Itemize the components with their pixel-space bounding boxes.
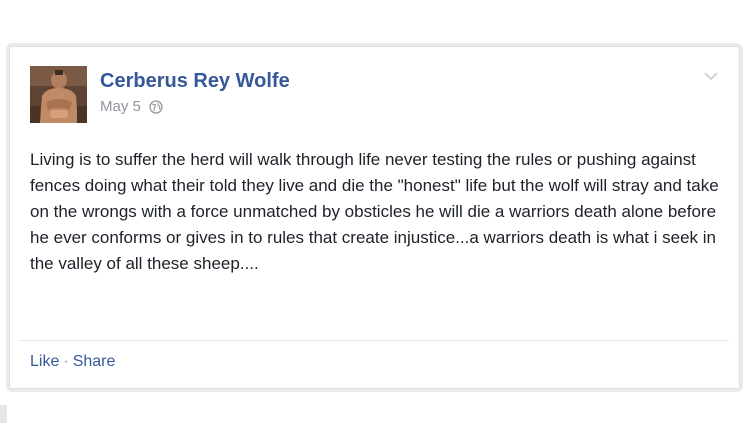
post-date[interactable]: May 5 — [100, 98, 141, 115]
post-actions: Like · Share — [30, 353, 115, 371]
avatar[interactable] — [30, 66, 87, 123]
divider — [20, 340, 729, 341]
share-button[interactable]: Share — [73, 353, 116, 370]
avatar-photo — [30, 66, 87, 123]
post-text: Living is to suffer the herd will walk t… — [30, 150, 719, 273]
action-separator: · — [63, 353, 69, 370]
chevron-down-icon[interactable] — [703, 69, 719, 81]
globe-icon[interactable] — [149, 99, 163, 114]
like-button[interactable]: Like — [30, 353, 59, 370]
post-card: Cerberus Rey Wolfe May 5 Living is to su… — [9, 46, 740, 389]
post-meta: May 5 — [100, 98, 163, 115]
author-name[interactable]: Cerberus Rey Wolfe — [100, 70, 290, 93]
corner-mark — [0, 405, 7, 423]
